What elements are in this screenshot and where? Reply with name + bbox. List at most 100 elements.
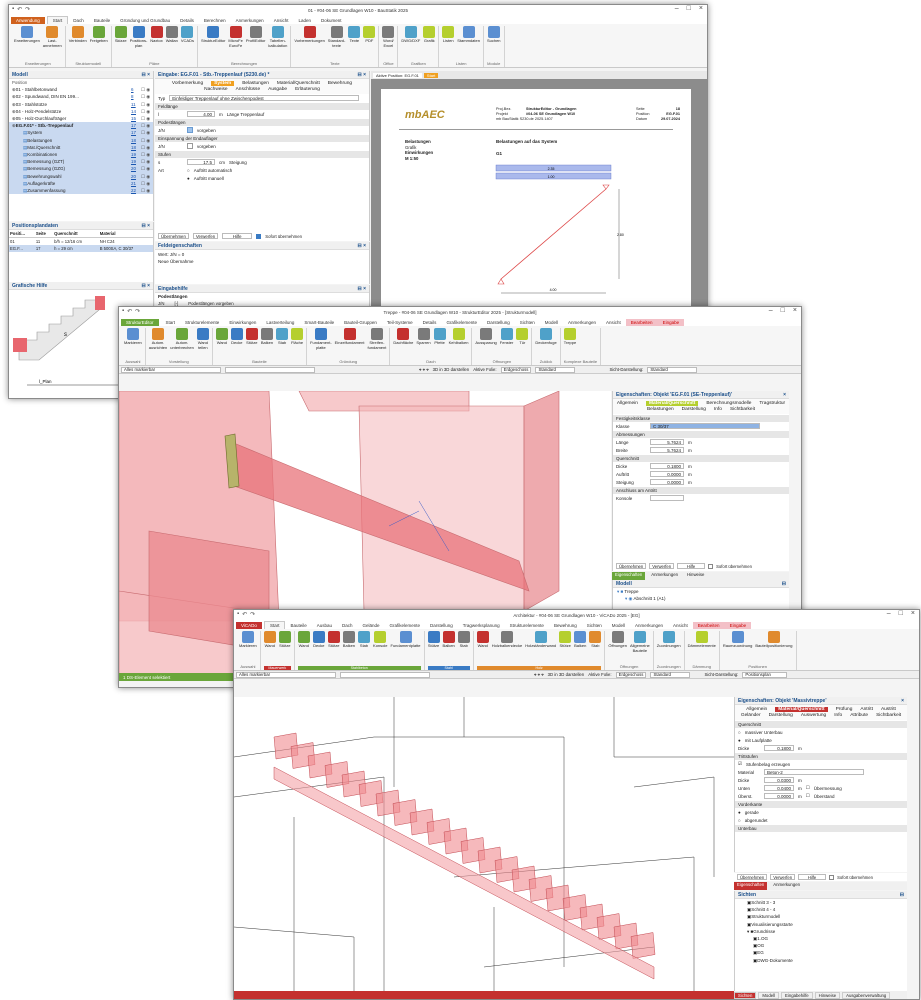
stab-button[interactable]: Stab xyxy=(358,631,371,649)
close-button[interactable]: × xyxy=(699,5,703,12)
autom-unterbrechen-button[interactable]: Autom. unterbrechen xyxy=(170,328,194,350)
radio-unterbau[interactable]: ○ xyxy=(738,730,741,735)
folie-select[interactable]: Erdgeschoss xyxy=(615,671,647,678)
list-item[interactable]: ▤ Kombinationen 19 ☐ ◉ xyxy=(9,151,153,159)
wand-teilen-button[interactable]: Wand teilen xyxy=(196,328,209,350)
standard-texte-button[interactable]: Standard-texte xyxy=(328,26,345,48)
tab-ansicht[interactable]: Ansicht xyxy=(269,17,294,24)
naxtox-button[interactable]: Naxtox xyxy=(150,26,163,44)
tab-berechnungsmodelle[interactable]: Berechnungsmodelle xyxy=(706,401,751,406)
t-r-button[interactable]: Tür xyxy=(516,328,529,346)
sicht-select[interactable]: Positionsplan xyxy=(742,671,788,678)
list-item[interactable]: ▣ Schnitt 4 - 4 xyxy=(735,906,907,913)
item-page[interactable]: 21 xyxy=(131,180,141,187)
save-icon[interactable]: ▪ xyxy=(12,6,14,13)
tab-modell[interactable]: Modell xyxy=(540,319,563,326)
tab-hinweise[interactable]: Hinweise xyxy=(684,572,707,580)
st-tze-button[interactable]: Stütze xyxy=(245,328,258,346)
file-tab[interactable]: ViCADo xyxy=(236,622,262,629)
tab-eingabe[interactable]: Eingabe xyxy=(657,319,685,326)
layer-select[interactable] xyxy=(225,366,315,373)
tab-grafikelemente[interactable]: Grafikelemente xyxy=(441,319,482,326)
list-item[interactable]: ▣ Strukturmodell xyxy=(735,913,907,920)
radio-laufplatte[interactable]: ● xyxy=(738,738,741,743)
table-row[interactable]: EG.F... 17 h = 29 cm B 500SA, C 30/37 xyxy=(9,245,153,252)
markieren-button[interactable]: Markieren xyxy=(239,631,257,649)
auftritt-input[interactable]: 0.0000 xyxy=(650,471,684,477)
visibility-icons[interactable]: ☐ ◉ xyxy=(141,93,153,100)
tab-eigenschaften[interactable]: Eigenschaften xyxy=(734,882,768,890)
visibility-icons[interactable]: ☐ ◉ xyxy=(141,108,153,115)
tab-einwirkungen[interactable]: Einwirkungen xyxy=(224,319,261,326)
item-page[interactable]: 22 xyxy=(131,187,141,194)
tab-hinweise[interactable]: Hinweise xyxy=(814,991,841,999)
radio-abgerundet[interactable]: ○ xyxy=(738,818,741,823)
item-page[interactable]: 20 xyxy=(131,173,141,180)
dicke2-input[interactable]: 0.0300 xyxy=(764,777,794,783)
item-page[interactable]: 18 xyxy=(131,137,141,144)
visibility-icons[interactable]: ☐ ◉ xyxy=(141,137,153,144)
tab-darstellung[interactable]: Darstellung xyxy=(482,319,515,326)
list-item[interactable]: ▤ Zusammenfassung 22 ☐ ◉ xyxy=(9,187,153,195)
tab-eingabe[interactable]: Eingabe xyxy=(724,622,752,629)
pfette-button[interactable]: Pfette xyxy=(433,328,446,346)
visibility-icons[interactable]: ☐ ◉ xyxy=(141,151,153,158)
list-item[interactable]: ▤ Auflagerkräfte 21 ☐ ◉ xyxy=(9,179,153,188)
list-item[interactable]: ▤ System 17 ☐ ◉ xyxy=(9,129,153,137)
tab-bewehrung[interactable]: Bewehrung xyxy=(328,81,352,86)
fenster-button[interactable]: Fenster xyxy=(500,328,513,346)
tab-belastungen[interactable]: Belastungen xyxy=(242,81,269,86)
minimize-button[interactable]: – xyxy=(769,307,773,314)
markieren-button[interactable]: Markieren xyxy=(124,328,142,346)
microfe-eurofe-button[interactable]: MicroFe EuroFe xyxy=(228,26,243,48)
folie-select[interactable]: Erdgeschoss xyxy=(500,366,532,373)
stab-button[interactable]: Stab xyxy=(589,631,602,649)
tab-ausgabenverwaltung[interactable]: Ausgabenverwaltung xyxy=(842,991,891,999)
undo-icon[interactable]: ↶ xyxy=(127,308,132,315)
visibility-icons[interactable]: ☐ ◉ xyxy=(141,180,153,187)
maximize-button[interactable]: □ xyxy=(781,307,785,314)
visibility-icons[interactable]: ☐ ◉ xyxy=(141,173,153,180)
tab-bewehrung[interactable]: Bewehrung xyxy=(549,622,582,629)
tab-bearbeiten[interactable]: Bearbeiten xyxy=(692,622,725,629)
hilfe-button[interactable]: Hilfe xyxy=(222,233,253,239)
std-select[interactable]: Standard xyxy=(650,671,691,678)
tab-start[interactable]: Start xyxy=(263,621,286,629)
pdf-button[interactable]: PDF xyxy=(363,26,376,44)
hilfe-button[interactable]: Hilfe xyxy=(798,874,827,880)
item-page[interactable]: 18 xyxy=(131,144,141,151)
list-item[interactable]: ▣ EG xyxy=(735,949,907,956)
tab-austritt[interactable]: Austritt xyxy=(881,707,896,712)
tab-auswertung[interactable]: Auswertung xyxy=(801,713,826,718)
konsole-button[interactable]: Konsole xyxy=(373,631,388,649)
stab-button[interactable]: Stab xyxy=(276,328,289,346)
tab-strukturelemente[interactable]: Strukturelemente xyxy=(180,319,224,326)
tab-eigenschaften[interactable]: Eigenschaften xyxy=(612,572,646,580)
uebernehmen-button[interactable]: Übernehmen xyxy=(616,563,647,569)
tab-info[interactable]: Info xyxy=(714,407,722,412)
tab-gr-ndung-und-grundbau[interactable]: Gründung und Grundbau xyxy=(115,17,175,24)
minimize-button[interactable]: – xyxy=(887,610,891,617)
holzst-nderwand-button[interactable]: Holzständerwand xyxy=(525,631,556,649)
list-item[interactable]: ▤ Belastungen 18 ☐ ◉ xyxy=(9,136,153,144)
tab-modell[interactable]: Modell xyxy=(758,991,780,999)
art-radio-2[interactable]: ● xyxy=(187,176,190,181)
table-header[interactable]: Querschnitt xyxy=(53,230,99,238)
st-tze-button[interactable]: Stütze xyxy=(559,631,572,649)
decke-button[interactable]: Decke xyxy=(230,328,243,346)
bauteilpositionierung-button[interactable]: Bauteilpositionierung xyxy=(755,631,793,649)
item-page[interactable]: 6 xyxy=(131,86,141,93)
item-page[interactable]: 11 xyxy=(131,101,141,108)
tab-grafikelemente[interactable]: Grafikelemente xyxy=(385,622,426,629)
tab-bauteile[interactable]: Bauteile xyxy=(89,17,115,24)
positions-plan-button[interactable]: Positions-plan xyxy=(130,26,147,48)
tab-anmerkungen[interactable]: Anmerkungen xyxy=(231,17,269,24)
tab-system[interactable]: System xyxy=(211,81,235,86)
last-annehmen-button[interactable]: Last-annehmen xyxy=(43,26,62,48)
typ-select[interactable]: Einfeldiger Treppenlauf ohne Zwischenpod… xyxy=(169,95,360,101)
list-item[interactable]: ▤ Bemessung (GZT) 19 ☐ ◉ xyxy=(9,158,153,166)
tab-tragwerksplanung[interactable]: Tragwerksplanung xyxy=(458,622,505,629)
uebernehmen-button[interactable]: Übernehmen xyxy=(158,233,189,239)
unten-input[interactable]: 0.0400 xyxy=(764,785,794,791)
close-button[interactable]: × xyxy=(793,307,797,314)
